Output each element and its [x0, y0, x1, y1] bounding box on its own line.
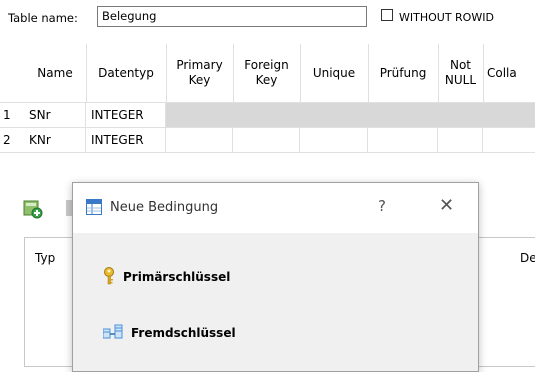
grid-header-check[interactable]: Prüfung [368, 44, 439, 102]
constraints-header-type[interactable]: Typ [35, 251, 55, 265]
grid-header-collate[interactable]: Colla [483, 44, 535, 102]
row-type-cell[interactable]: INTEGER [86, 128, 166, 152]
add-constraint-icon[interactable] [22, 198, 44, 220]
option-primary-key[interactable]: Primärschlüssel [103, 266, 230, 288]
grid-header-rownum [0, 44, 24, 102]
foreign-key-icon [102, 324, 123, 343]
grid-header-name[interactable]: Name [24, 44, 87, 102]
dialog-table-icon [86, 199, 102, 215]
row-check-cell[interactable] [368, 128, 438, 152]
constraints-header-definition[interactable]: De [520, 251, 535, 265]
fields-grid: Name Datentyp Primary Key Foreign Key Un… [0, 44, 535, 164]
grid-header-datatype[interactable]: Datentyp [86, 44, 167, 102]
row-name-cell[interactable]: KNr [24, 128, 86, 152]
grid-header-unique[interactable]: Unique [300, 44, 369, 102]
table-name-input[interactable]: Belegung [97, 6, 367, 27]
grid-header-not-null[interactable]: Not NULL [438, 44, 484, 102]
help-button[interactable]: ? [378, 197, 386, 215]
row-pk-cell[interactable] [166, 128, 233, 152]
dialog-title: Neue Bedingung [110, 200, 219, 215]
row-type-cell[interactable]: INTEGER [86, 103, 166, 127]
row-fk-cell[interactable] [233, 128, 300, 152]
option-foreign-key[interactable]: Fremdschlüssel [102, 322, 236, 344]
row-name-cell[interactable]: SNr [24, 103, 86, 127]
without-rowid-checkbox[interactable] [381, 9, 393, 21]
row-flags-cells[interactable] [166, 103, 535, 127]
row-collate-cell[interactable] [483, 128, 535, 152]
option-foreign-key-label: Fremdschlüssel [131, 326, 236, 340]
new-constraint-dialog: Neue Bedingung ? ✕ Primärschlüssel Fremd… [72, 182, 479, 372]
row-number: 2 [3, 133, 11, 147]
close-button[interactable]: ✕ [439, 195, 454, 216]
without-rowid-label: WITHOUT ROWID [399, 11, 494, 24]
row-unique-cell[interactable] [300, 128, 368, 152]
row-notnull-cell[interactable] [438, 128, 483, 152]
grid-header-primary-key[interactable]: Primary Key [166, 44, 234, 102]
key-icon [103, 266, 115, 288]
option-primary-key-label: Primärschlüssel [123, 270, 231, 284]
row-number: 1 [3, 108, 11, 122]
grid-header-foreign-key[interactable]: Foreign Key [233, 44, 301, 102]
table-name-label: Table name: [8, 11, 78, 25]
